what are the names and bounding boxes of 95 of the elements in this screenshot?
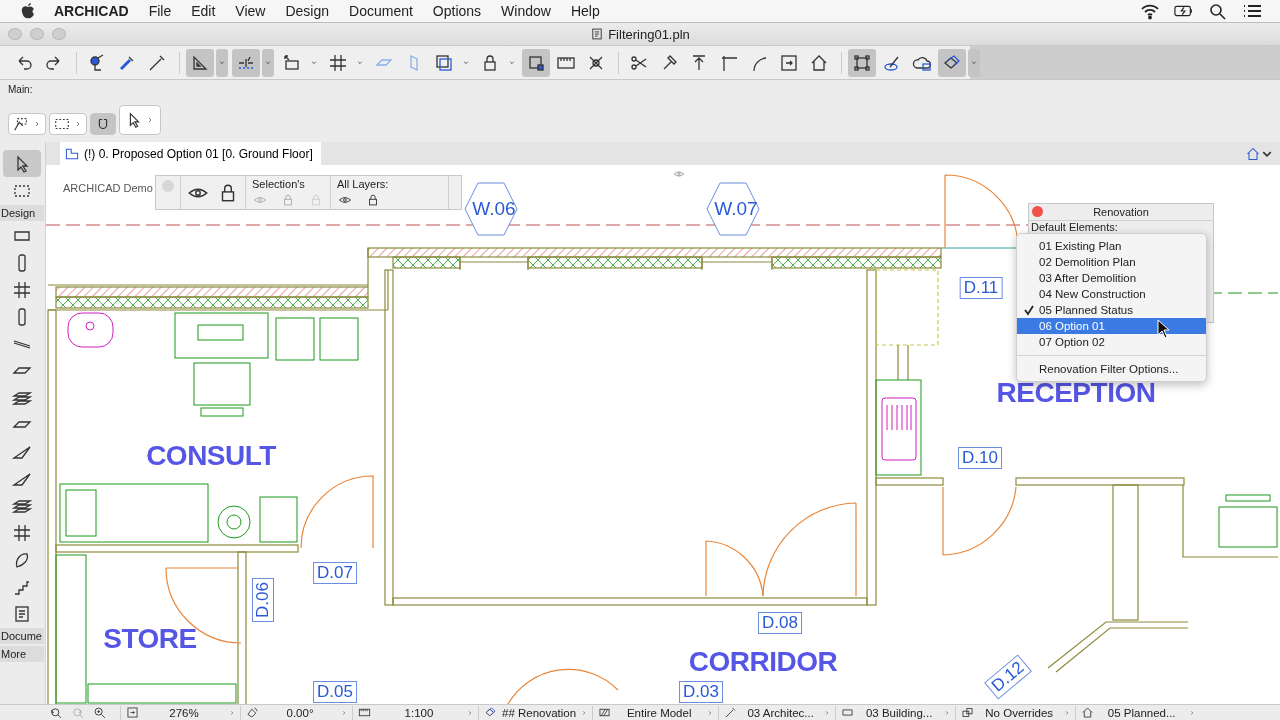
app-menu[interactable]: ARCHICAD xyxy=(54,3,129,19)
toolbar-label: Main: xyxy=(8,84,34,95)
status-control[interactable]: 1:100 xyxy=(352,705,478,720)
section-label: Default Elements: xyxy=(1030,220,1119,234)
menu-item[interactable]: 06 Option 01 xyxy=(1017,318,1206,334)
hatch-icon xyxy=(597,706,613,719)
menu-item[interactable]: File xyxy=(148,3,172,19)
zoom-forward-icon xyxy=(70,705,86,720)
tool-button[interactable] xyxy=(3,150,41,177)
door-tag: D.06 xyxy=(252,578,274,622)
menu-item[interactable]: 03 After Demolition xyxy=(1017,270,1206,286)
door-tag: D.03 xyxy=(679,681,723,703)
room-label: CORRIDOR xyxy=(688,646,838,678)
wifi-icon[interactable] xyxy=(1140,2,1160,20)
toolbar-button[interactable] xyxy=(848,48,876,77)
room-label: STORE xyxy=(103,623,197,655)
menu-item[interactable]: 05 Planned Status xyxy=(1017,302,1206,318)
close-button[interactable] xyxy=(1032,206,1043,217)
square-icon xyxy=(434,52,454,73)
status-control[interactable]: Entire Model xyxy=(592,705,719,720)
status-control[interactable]: 276% xyxy=(120,705,240,720)
menu-item[interactable]: Help xyxy=(570,3,600,19)
chair xyxy=(193,362,251,417)
menu-item[interactable]: View xyxy=(235,3,266,19)
toolbar-button[interactable] xyxy=(522,48,550,77)
cabinet xyxy=(275,317,315,361)
status-control[interactable]: 03 Architec... xyxy=(718,705,836,720)
ruler-icon xyxy=(357,706,372,719)
sheet-icon xyxy=(12,603,32,624)
sink xyxy=(67,312,114,348)
toolbar-button[interactable] xyxy=(938,48,966,77)
menu-item[interactable]: 02 Demolition Plan xyxy=(1017,254,1206,270)
door-tag: D.05 xyxy=(313,681,357,703)
grid-icon xyxy=(328,52,348,73)
selection-line-icon xyxy=(12,115,30,133)
section-label[interactable]: Design xyxy=(0,205,44,221)
stool xyxy=(217,505,251,539)
coordinate-icon xyxy=(282,52,302,73)
menu-item[interactable]: 01 Existing Plan xyxy=(1017,238,1206,254)
door-tag: D.10 xyxy=(958,447,1002,469)
door-tag: D.07 xyxy=(313,562,357,584)
menu-item[interactable]: Window xyxy=(501,3,551,19)
toolbar-button[interactable] xyxy=(232,48,260,77)
duct xyxy=(897,344,909,381)
room-label: RECEPTION xyxy=(996,377,1156,409)
cabinet xyxy=(259,496,298,543)
tool-button[interactable] xyxy=(90,113,116,135)
menu-item[interactable]: 07 Option 02 xyxy=(1017,334,1206,350)
selection-label: Selection's xyxy=(252,178,306,190)
menu-item[interactable]: Document xyxy=(349,3,413,19)
house-icon xyxy=(1244,145,1262,162)
grid-icon xyxy=(12,522,32,543)
menu-item[interactable]: Edit xyxy=(191,3,216,19)
status-control[interactable]: 05 Planned... xyxy=(1075,705,1201,720)
frame-icon xyxy=(852,52,872,73)
cabinet xyxy=(319,317,359,361)
section-label[interactable]: More xyxy=(0,646,44,662)
status-control[interactable]: ## Renovation xyxy=(478,705,593,720)
status-dot-icon xyxy=(162,180,174,192)
tool-button[interactable] xyxy=(8,113,46,135)
toolbar-button[interactable] xyxy=(186,48,214,77)
layers-label: All Layers: xyxy=(337,178,389,190)
tool-button[interactable] xyxy=(119,105,161,135)
cursor-icon xyxy=(1157,319,1171,339)
grid-icon xyxy=(12,279,32,300)
zoom-back-icon xyxy=(48,705,64,720)
section-label[interactable]: Docume xyxy=(0,628,44,644)
search-icon[interactable] xyxy=(1208,2,1228,20)
info-box-label: ARCHICAD Demo xyxy=(63,182,153,194)
view-tab[interactable]: (!) 0. Proposed Option 01 [0. Ground Floor] xyxy=(60,142,321,165)
status-control[interactable]: No Overrides xyxy=(955,705,1076,720)
zoom-in-icon xyxy=(92,705,108,720)
status-control[interactable]: 03 Building... xyxy=(835,705,956,720)
override-icon xyxy=(960,706,976,719)
palette-title: Renovation xyxy=(1093,206,1149,218)
menu-item[interactable]: Options xyxy=(432,3,482,19)
list-icon[interactable] xyxy=(1242,2,1262,20)
rectangle-icon xyxy=(840,706,856,719)
menu-item[interactable]: Renovation Filter Options... xyxy=(1017,361,1206,377)
sheet-icon xyxy=(590,27,605,41)
door-tag: D.08 xyxy=(758,612,802,634)
fit-icon xyxy=(125,706,140,719)
door-tag: D.11 xyxy=(959,277,1003,299)
room-label: CONSULT xyxy=(146,440,276,472)
window-title: Filtering01.pln xyxy=(608,26,690,42)
reception-desk xyxy=(1218,494,1278,548)
menu-item[interactable]: Design xyxy=(285,3,330,19)
logo-icon[interactable] xyxy=(20,2,36,20)
rotate-icon xyxy=(245,706,260,719)
fit-icon xyxy=(779,52,799,73)
layers-icon xyxy=(483,706,498,719)
menu-item[interactable]: 04 New Construction xyxy=(1017,286,1206,302)
eye-icon xyxy=(671,168,687,180)
view-switch-button[interactable] xyxy=(1244,145,1272,162)
status-control[interactable]: 0.00° xyxy=(240,705,352,720)
